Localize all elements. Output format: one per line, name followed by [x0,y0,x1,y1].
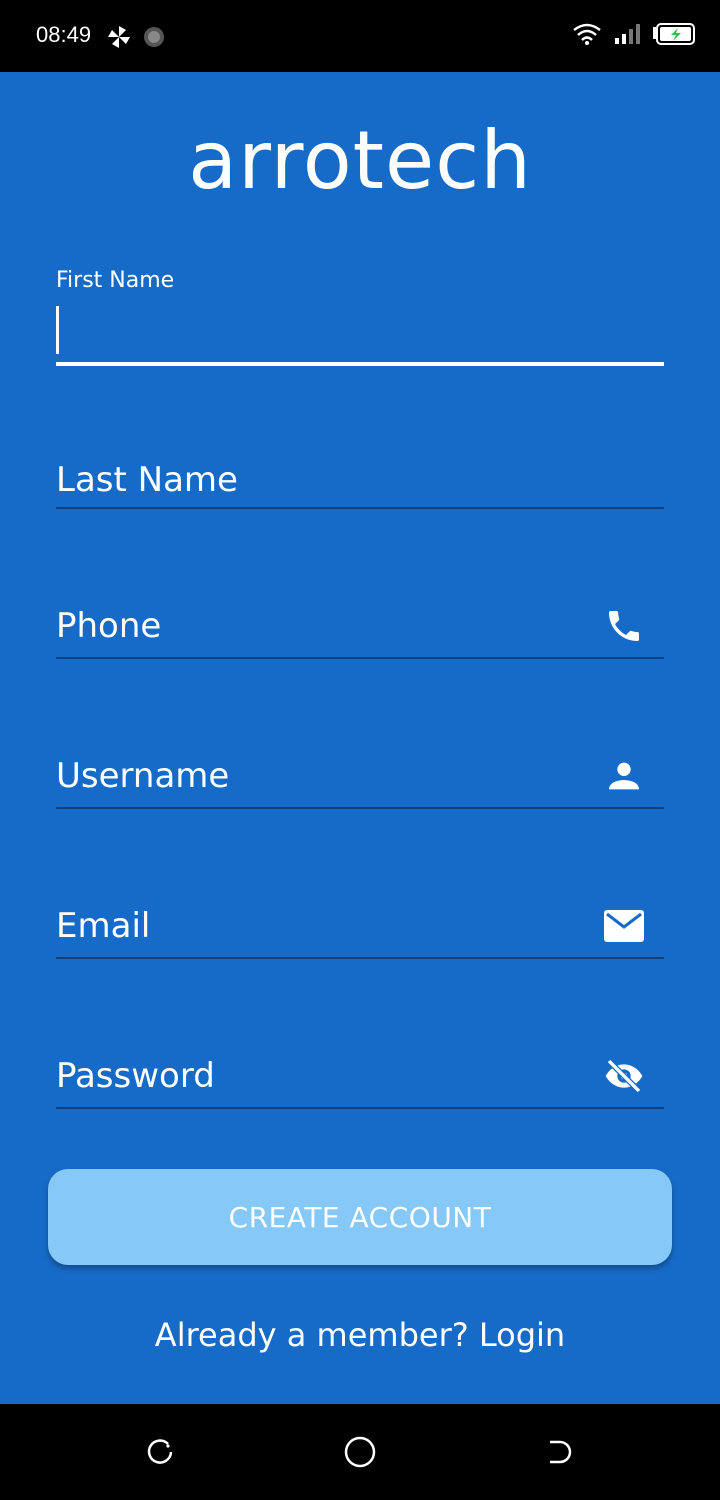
eye-off-icon[interactable] [602,1054,646,1098]
email-field[interactable]: Email [56,898,664,962]
create-account-button[interactable]: CREATE ACCOUNT [48,1169,672,1265]
home-icon[interactable] [342,1434,378,1470]
first-name-underline [56,362,664,366]
last-name-placeholder: Last Name [56,460,238,500]
login-link[interactable]: Already a member? Login [0,1316,720,1354]
back-icon[interactable] [542,1434,578,1470]
password-placeholder: Password [56,1056,215,1096]
mail-icon [602,904,646,948]
person-icon [602,754,646,798]
email-underline [56,957,664,959]
status-right-icons [572,22,696,50]
password-field[interactable]: Password [56,1048,664,1112]
status-time: 08:49 [36,22,92,47]
username-field[interactable]: Username [56,748,664,812]
brand-title: arrotech [188,114,532,207]
battery-charging-icon [652,23,696,49]
username-placeholder: Username [56,756,230,796]
phone-icon [602,604,646,648]
phone-underline [56,657,664,659]
password-underline [56,1107,664,1109]
pinwheel-icon [106,24,132,54]
phone-field[interactable]: Phone [56,598,664,662]
wifi-icon [572,22,602,50]
loading-icon [142,25,166,53]
phone-placeholder: Phone [56,606,162,646]
recent-apps-icon[interactable] [142,1434,178,1470]
first-name-field[interactable]: First Name [56,268,664,368]
status-bar: 08:49 [0,0,720,72]
signal-icon [614,23,640,49]
email-placeholder: Email [56,906,151,946]
username-underline [56,807,664,809]
first-name-label: First Name [56,268,175,293]
text-cursor [56,306,59,354]
navigation-bar [0,1404,720,1500]
last-name-underline [56,507,664,509]
signup-screen: arrotech First Name Last Name Phone User… [0,72,720,1404]
status-left-icons [106,24,166,54]
last-name-field[interactable]: Last Name [56,452,664,512]
